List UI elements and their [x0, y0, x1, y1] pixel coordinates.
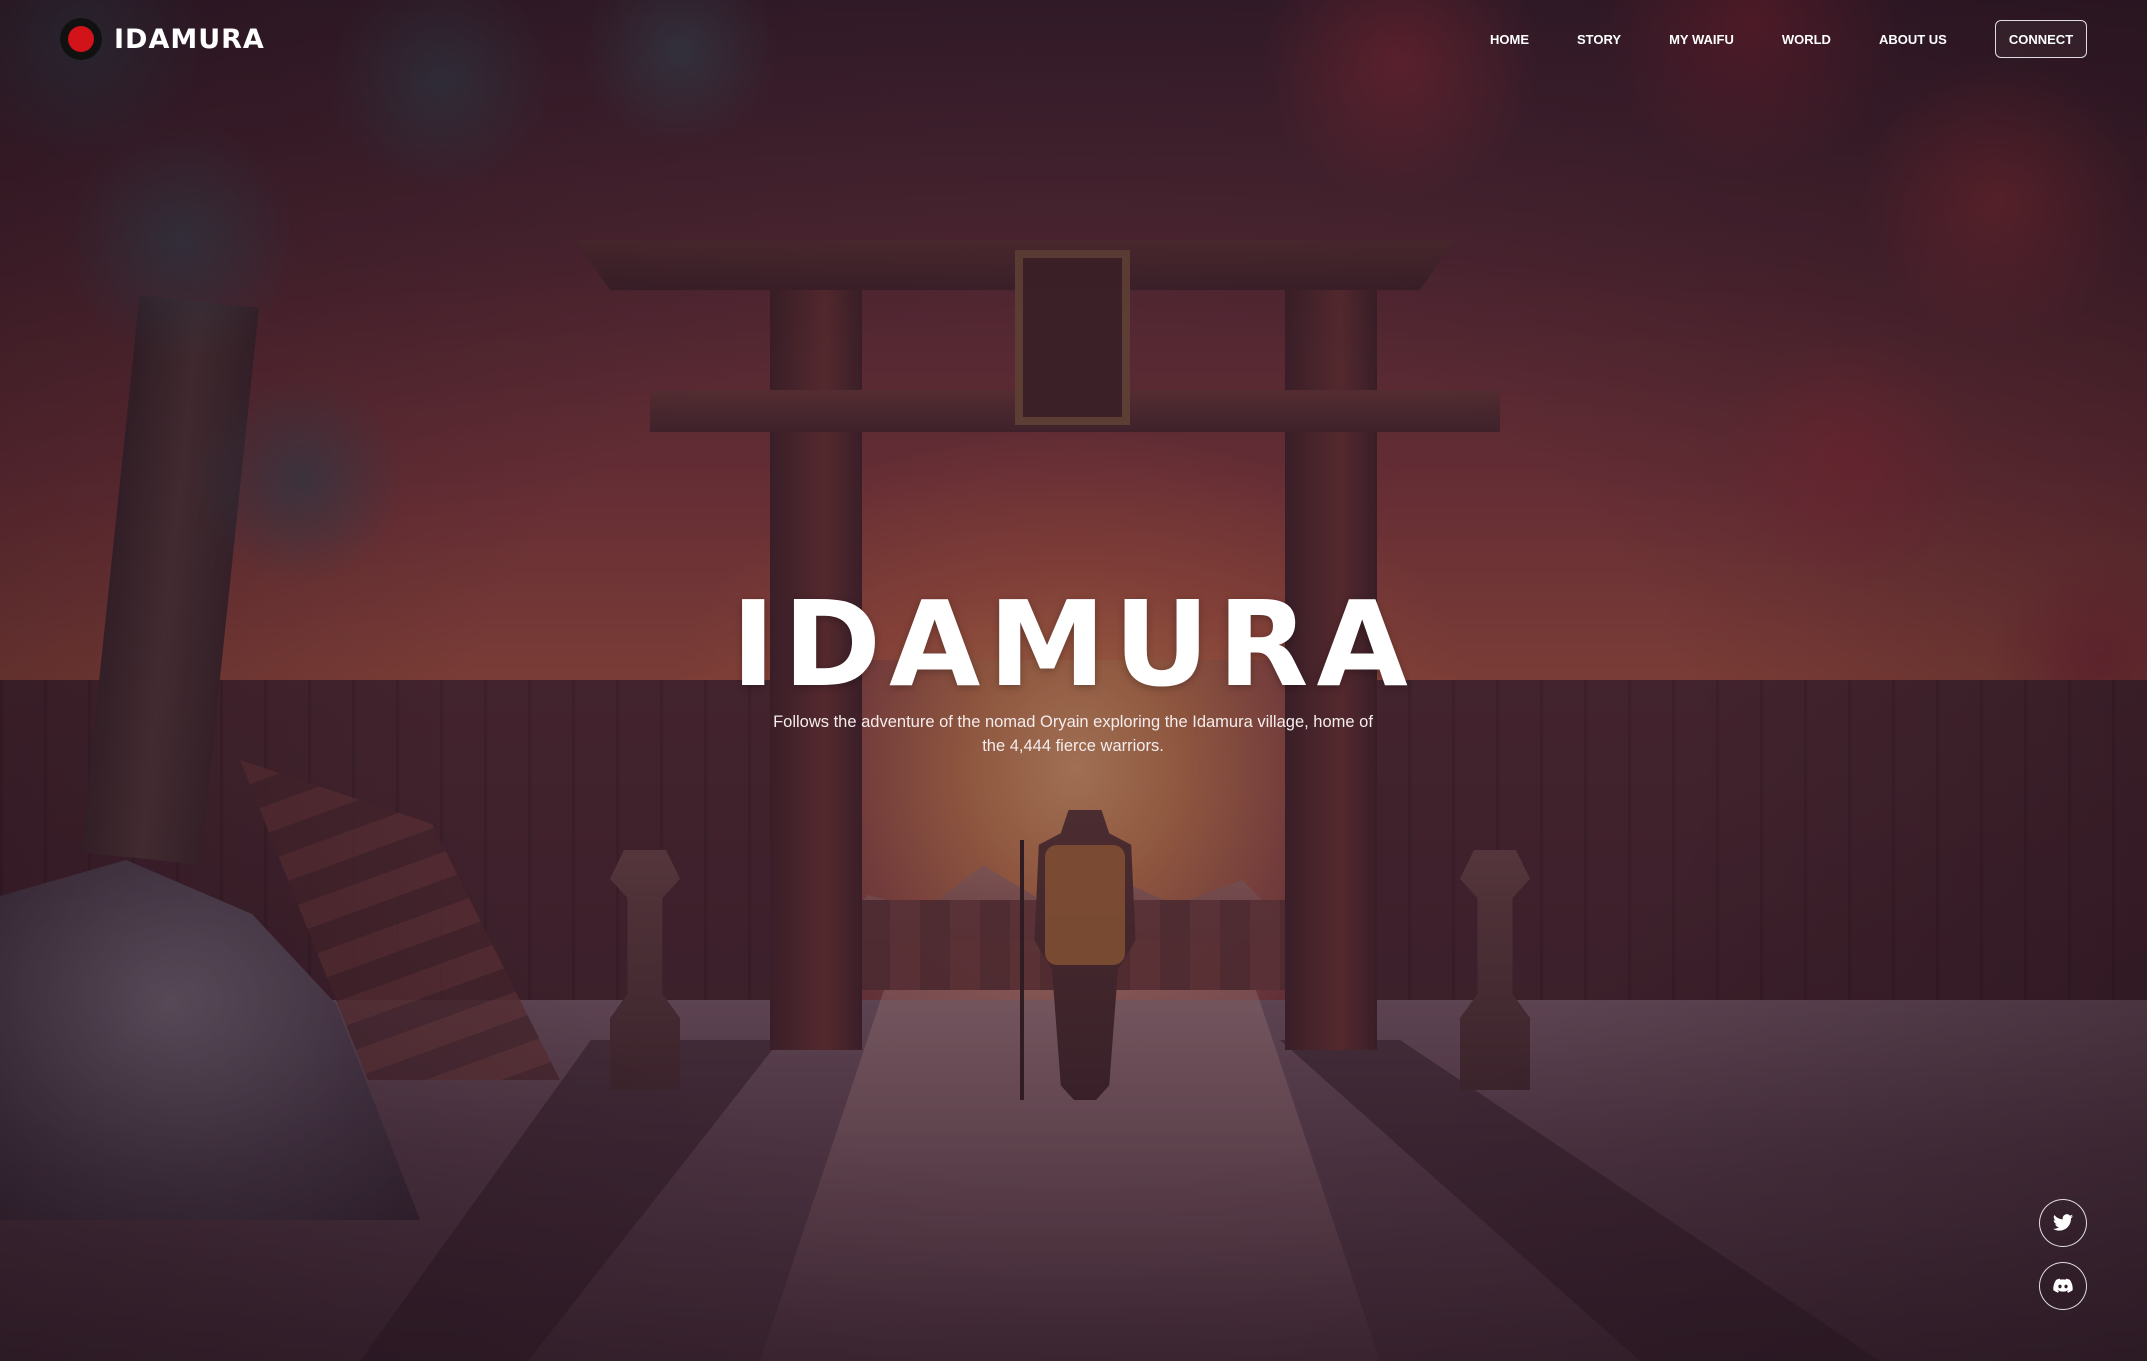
brand-name: IDAMURA: [114, 23, 265, 55]
landing-page: IDAMURA HOME STORY MY WAIFU WORLD ABOUT …: [0, 0, 2147, 1361]
twitter-button[interactable]: [2039, 1199, 2087, 1247]
site-header: IDAMURA HOME STORY MY WAIFU WORLD ABOUT …: [0, 0, 2147, 80]
nav-story[interactable]: STORY: [1577, 28, 1621, 52]
hero-subtitle: Follows the adventure of the nomad Oryai…: [773, 713, 1373, 755]
nav-about-us[interactable]: ABOUT US: [1879, 28, 1947, 52]
discord-button[interactable]: [2039, 1262, 2087, 1310]
discord-icon: [2053, 1278, 2073, 1293]
twitter-icon: [2052, 1214, 2074, 1231]
nav-world[interactable]: WORLD: [1782, 28, 1831, 52]
rising-sun-logo-icon: [60, 18, 102, 60]
main-nav: HOME STORY MY WAIFU WORLD ABOUT US: [1490, 28, 1947, 52]
nav-my-waifu[interactable]: MY WAIFU: [1669, 28, 1734, 52]
hero-title: IDAMURA: [731, 575, 1416, 713]
nav-home[interactable]: HOME: [1490, 28, 1529, 52]
brand-logo[interactable]: IDAMURA: [60, 16, 265, 62]
connect-button[interactable]: CONNECT: [1995, 20, 2087, 58]
